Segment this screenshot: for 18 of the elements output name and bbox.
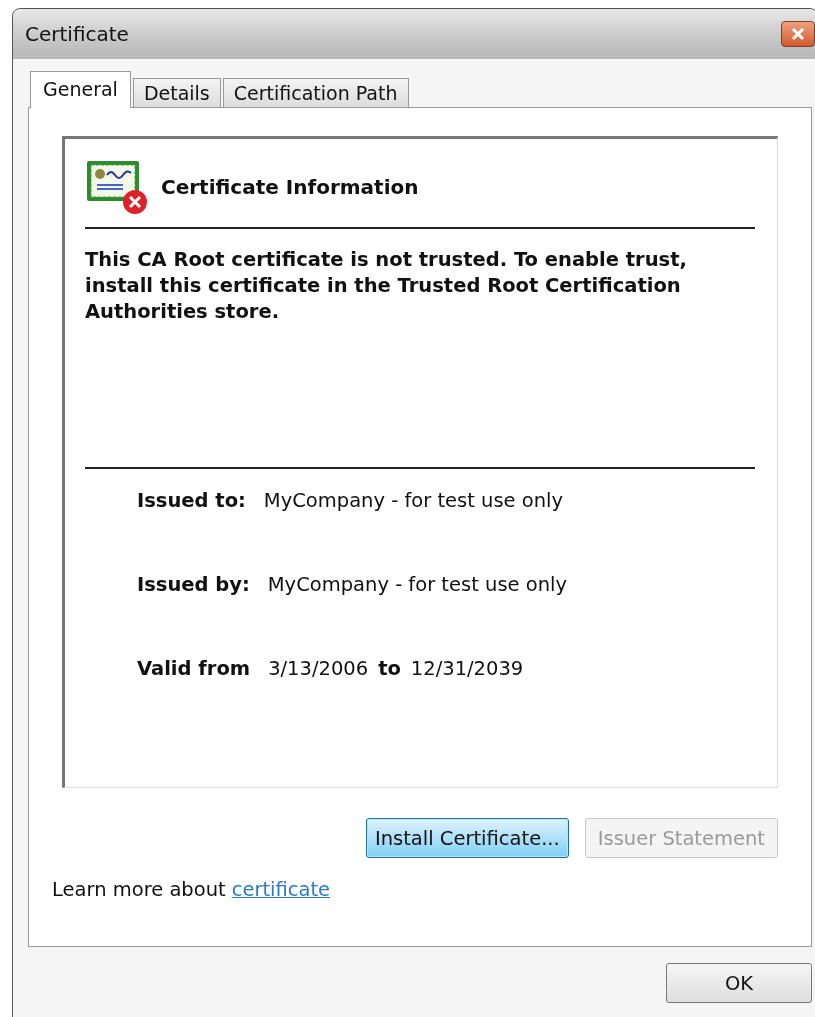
trust-message: This CA Root certificate is not trusted. To enable trust, install this certificate in the Trusted Root Certification Authorities store.	[85, 247, 688, 325]
tab[interactable]: General	[30, 71, 131, 108]
window-title: Certificate	[25, 22, 129, 46]
tab[interactable]: Details	[132, 78, 221, 107]
valid-from-label: Valid from	[137, 657, 251, 680]
field-label: Issued by:	[137, 573, 250, 596]
action-button[interactable]: Install Certificate...	[365, 818, 569, 858]
field-value: MyCompany - for test use only	[263, 489, 564, 512]
learn-more-text: Learn more about	[52, 878, 226, 901]
ok-button[interactable]: OK	[666, 963, 812, 1003]
field-label: Issued to:	[137, 489, 246, 512]
tab[interactable]: Certification Path	[222, 78, 409, 107]
info-heading: Certificate Information	[161, 175, 419, 199]
valid-from-date: 3/13/2006	[268, 657, 369, 680]
valid-to-date: 12/31/2039	[410, 657, 524, 680]
valid-to-label: to	[378, 657, 401, 680]
field-value: MyCompany - for test use only	[267, 573, 567, 596]
certificate-link[interactable]: certificate	[231, 878, 331, 901]
